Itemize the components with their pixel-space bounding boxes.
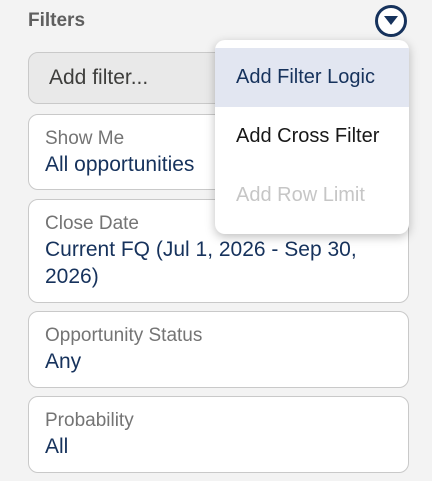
- filter-label: Opportunity Status: [45, 325, 203, 346]
- panel-title: Filters: [28, 10, 86, 31]
- filter-value: Any: [45, 350, 82, 373]
- menu-item-add-cross-filter[interactable]: Add Cross Filter: [215, 107, 409, 166]
- menu-item-add-filter-logic[interactable]: Add Filter Logic: [215, 48, 409, 107]
- filter-options-menu: Add Filter Logic Add Cross Filter Add Ro…: [215, 40, 409, 234]
- menu-item-add-row-limit: Add Row Limit: [236, 184, 365, 206]
- filter-card-opportunity-status[interactable]: Opportunity Status Any: [28, 311, 409, 388]
- filter-value: Current FQ (Jul 1, 2026 - Sep 30, 2026): [45, 238, 357, 288]
- filters-panel: Filters Show Me All opportunities Close …: [0, 0, 432, 481]
- filter-value: All: [45, 435, 69, 458]
- chevron-down-icon: [384, 16, 398, 25]
- filter-label: Probability: [45, 410, 134, 431]
- filter-card-probability[interactable]: Probability All: [28, 396, 409, 473]
- filter-menu-button[interactable]: [375, 5, 407, 37]
